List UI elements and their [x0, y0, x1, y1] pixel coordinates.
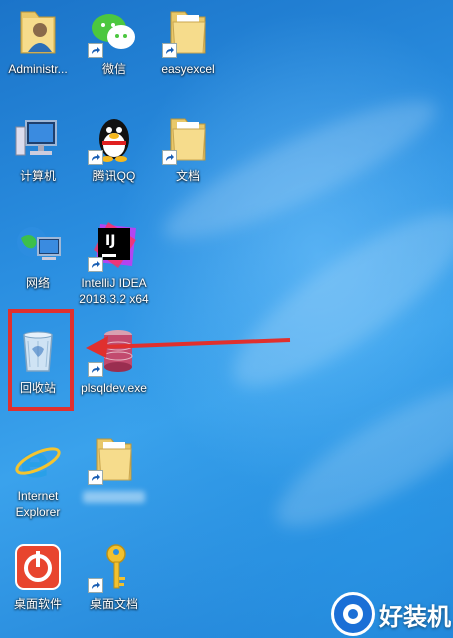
- watermark-text: 好装机: [379, 602, 451, 631]
- annotation-arrow: [86, 336, 291, 358]
- desktop: Administr... 微信 easyexcel 计算机 腾讯QQ 文档 网络…: [0, 0, 453, 638]
- watermark: 好装机: [331, 592, 451, 636]
- watermark-logo-icon: [331, 592, 375, 636]
